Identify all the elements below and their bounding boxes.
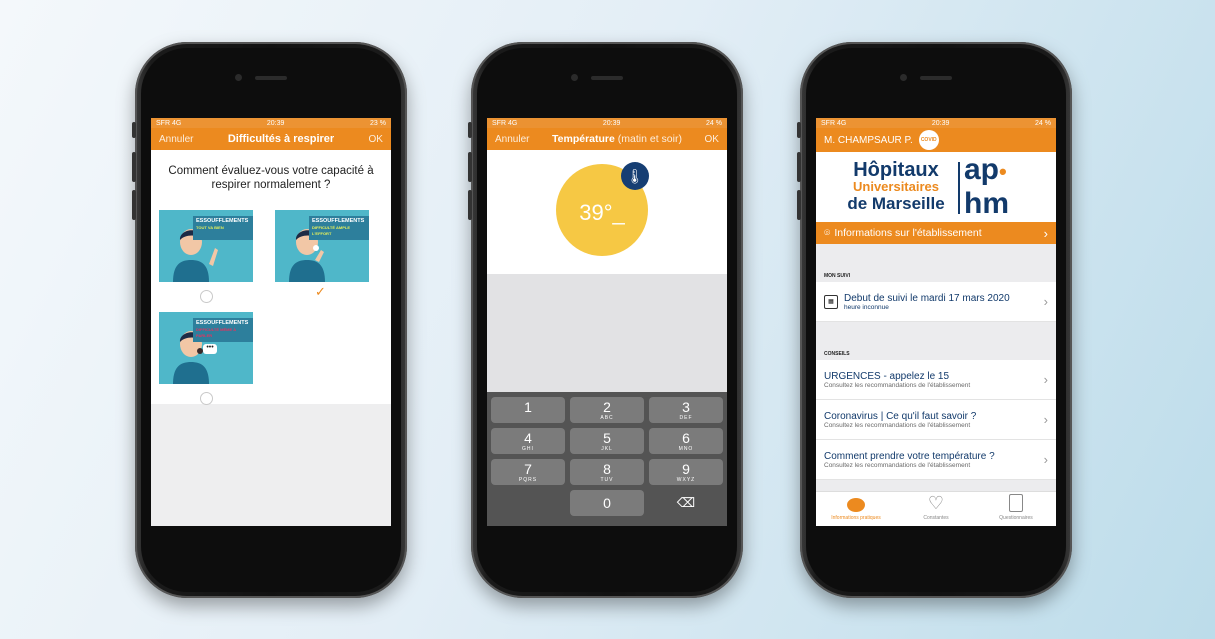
background: SFR 4G 20:39 23 % Annuler Difficultés à … [0,0,1215,639]
ok-button[interactable]: OK [705,134,719,145]
front-camera [900,74,907,81]
option-banner: ESSOUFFLEMENTS DIFFICULTÉ MÊME À PARLER [193,318,253,342]
key-8[interactable]: 8 TUV [570,459,644,485]
checkmark-selected-icon[interactable]: ✓ [315,285,326,299]
option-speaking[interactable]: ••• ESSOUFFLEMENTS DIFFICULTÉ MÊME À PAR… [159,312,253,384]
battery: 24 % [706,119,722,127]
radio-option-1[interactable] [200,290,213,303]
front-camera [571,74,578,81]
clock: 20:39 [602,119,621,127]
volume-down [132,190,136,220]
chevron-right-icon: › [1043,412,1048,427]
nav-bar: Annuler Température (matin et soir) OK [487,128,727,150]
tab-informations-pratiques[interactable]: Informations pratiques [816,492,896,526]
status-bar: SFR 4G 20:39 23 % [151,118,391,128]
section-label-suivi: MON SUIVI [824,273,851,279]
page-title: Difficultés à respirer [227,133,335,145]
conseil-row-coronavirus[interactable]: Coronavirus | Ce qu'il faut savoir ? Cons… [816,400,1056,440]
screen: SFR 4G 20:39 23 % Annuler Difficultés à … [151,118,391,526]
logo-divider [958,162,960,214]
speaker [591,76,623,80]
backspace-icon[interactable]: ⌫ [649,490,723,516]
key-9[interactable]: 9 WXYZ [649,459,723,485]
chevron-right-icon: › [1043,294,1048,309]
phone-breathing: SFR 4G 20:39 23 % Annuler Difficultés à … [132,42,407,598]
page-title: Température (matin et soir) [552,133,682,145]
status-bar: SFR 4G 20:39 24 % [487,118,727,128]
battery: 23 % [370,119,386,127]
volume-up [468,152,472,182]
key-7[interactable]: 7 PQRS [491,459,565,485]
speaker [920,76,952,80]
question-panel: Comment évaluez-vous votre capacité à re… [151,150,391,405]
key-6[interactable]: 6 MNO [649,428,723,454]
logo-aphm: ap• hm [964,153,1009,220]
option-banner: ESSOUFFLEMENTS TOUT VA BIEN [193,216,253,240]
key-0[interactable]: 0 [570,490,644,516]
speaker [255,76,287,80]
mute-switch [468,122,472,138]
key-4[interactable]: 4 GHI [491,428,565,454]
checklist-icon [1009,494,1023,512]
chevron-right-icon: › [1043,225,1048,241]
nav-bar: M. CHAMPSAUR P. COVID [816,128,1056,152]
carrier: SFR 4G [821,119,847,127]
conseil-row-temperature[interactable]: Comment prendre votre température ? Consu… [816,440,1056,480]
carrier: SFR 4G [492,119,518,127]
conseil-row-urgences[interactable]: URGENCES - appelez le 15 Consultez les re… [816,360,1056,400]
logo-text: Hôpitaux Universitaires de Marseille [847,159,945,213]
heart-icon: ♡ [927,493,945,513]
cancel-button[interactable]: Annuler [159,134,193,145]
establishment-info-button[interactable]: ⌾ Informations sur l'établissement › [816,222,1056,244]
calendar-icon: ▦ [824,294,838,309]
battery: 24 % [1035,119,1051,127]
question-text: Comment évaluez-vous votre capacité à re… [168,165,374,191]
clock: 20:39 [266,119,285,127]
chevron-right-icon: › [1043,452,1048,467]
numeric-keypad: 1 2 ABC 3 DEF 4 GHI 5 JKL 6 MNO 7 PQRS 8 TUV 9W… [487,392,727,526]
volume-up [132,152,136,182]
temperature-panel: 39°_ 🌡 [487,150,727,274]
hospital-logo: Hôpitaux Universitaires de Marseille ap•… [816,152,1056,222]
speech-bubble-icon [847,498,865,512]
key-2[interactable]: 2 ABC [570,397,644,423]
key-5[interactable]: 5 JKL [570,428,644,454]
front-camera [235,74,242,81]
volume-up [797,152,801,182]
volume-down [797,190,801,220]
key-1[interactable]: 1 [491,397,565,423]
carrier: SFR 4G [156,119,182,127]
option-all-good[interactable]: ESSOUFFLEMENTS TOUT VA BIEN [159,210,253,282]
suivi-row[interactable]: ▦ Debut de suivi le mardi 17 mars 2020 h… [816,282,1056,322]
volume-down [468,190,472,220]
option-effort[interactable]: ESSOUFFLEMENTS DIFFICULTÉ AMPLE L'EFFORT [275,210,369,282]
mute-switch [132,122,136,138]
tab-constantes[interactable]: ♡ Constantes [896,492,976,526]
key-3[interactable]: 3 DEF [649,397,723,423]
user-name[interactable]: M. CHAMPSAUR P. [824,135,913,146]
thermometer-icon: 🌡 [621,162,649,190]
chevron-right-icon: › [1043,372,1048,387]
tab-bar: Informations pratiques ♡ Constantes Ques… [816,491,1056,526]
cancel-button[interactable]: Annuler [495,134,529,145]
screen: SFR 4G 20:39 24 % Annuler Température (m… [487,118,727,526]
nav-bar: Annuler Difficultés à respirer OK [151,128,391,150]
speech-bubble-icon: ••• [203,344,217,354]
radio-option-3[interactable] [200,392,213,405]
phone-home: SFR 4G 20:39 24 % M. CHAMPSAUR P. COVID … [797,42,1072,598]
mute-switch [797,122,801,138]
temperature-value: 39°_ [579,200,625,225]
option-banner: ESSOUFFLEMENTS DIFFICULTÉ AMPLE L'EFFORT [309,216,369,240]
status-bar: SFR 4G 20:39 24 % [816,118,1056,128]
covid-badge: COVID [918,130,939,150]
screen: SFR 4G 20:39 24 % M. CHAMPSAUR P. COVID … [816,118,1056,526]
section-label-conseils: CONSEILS [824,351,850,357]
ok-button[interactable]: OK [369,134,383,145]
clock: 20:39 [931,119,950,127]
tab-questionnaires[interactable]: Questionnaires [976,492,1056,526]
location-pin-icon: ⌾ [824,226,831,239]
phone-temperature: SFR 4G 20:39 24 % Annuler Température (m… [468,42,743,598]
